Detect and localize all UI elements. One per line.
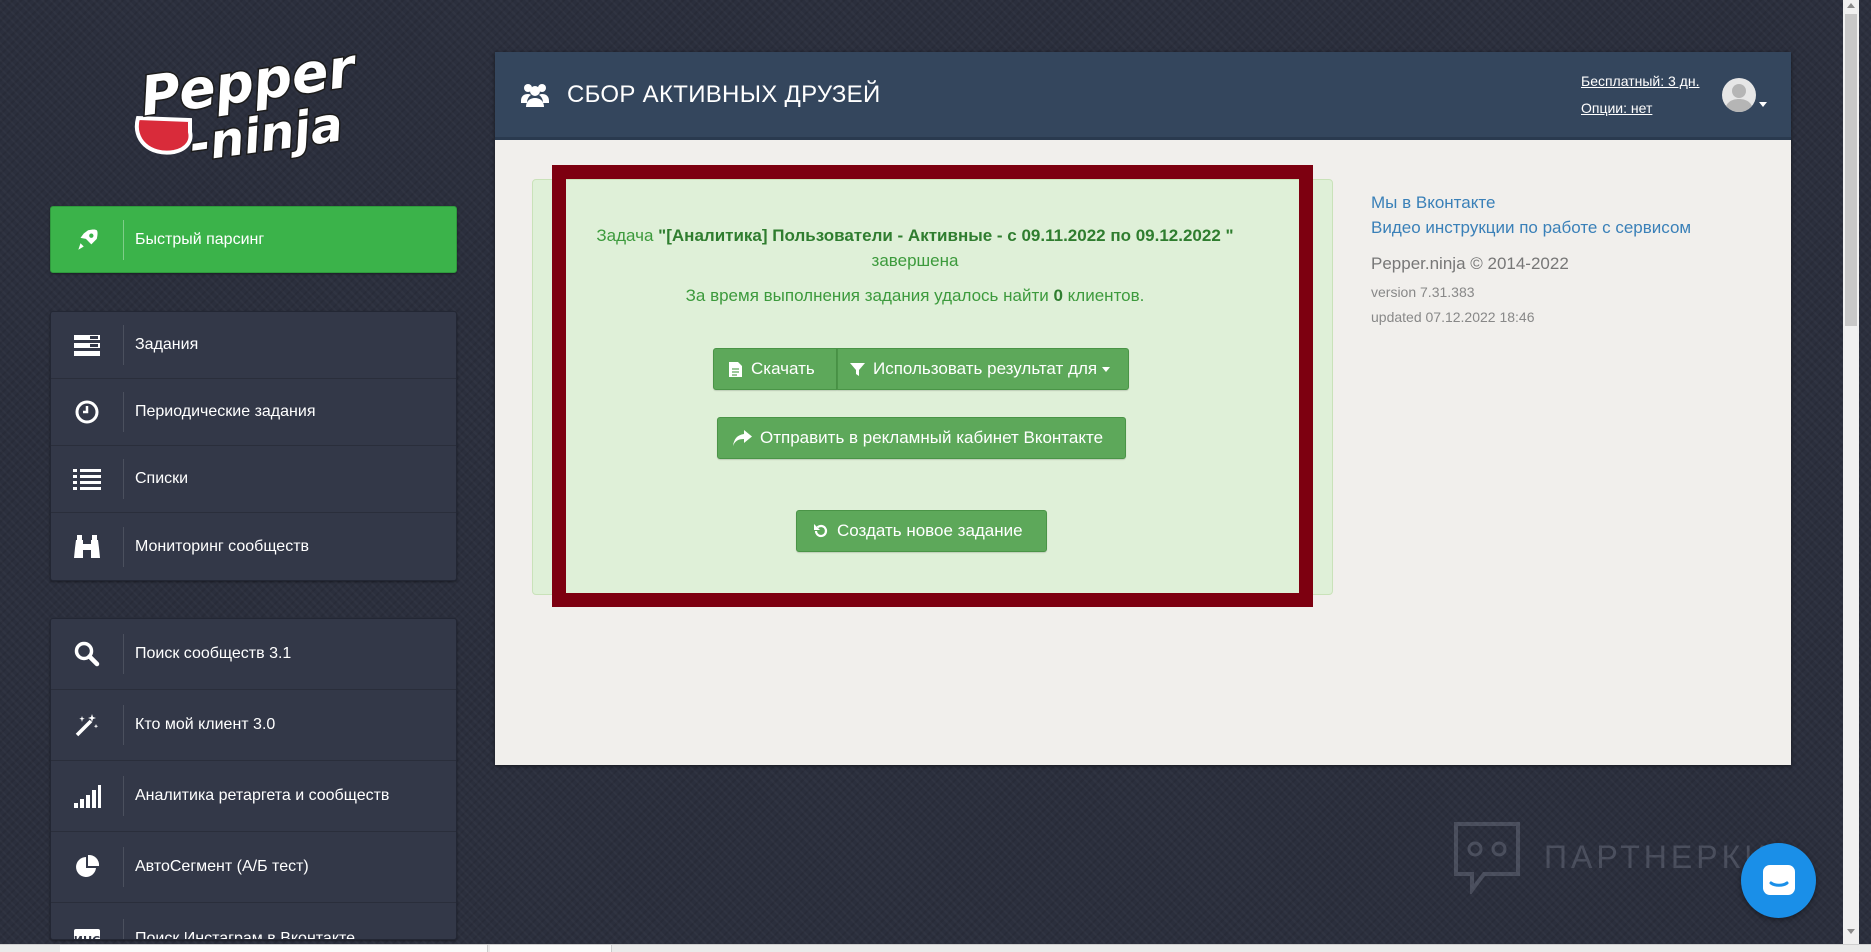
share-arrow-icon (733, 430, 752, 446)
task-status-text: Задача "[Аналитика] Пользователи - Актив… (545, 223, 1285, 273)
avatar-dropdown-icon[interactable] (1759, 102, 1767, 107)
sidebar-main-menu: Задания Периодические задания Списки Мон… (50, 311, 457, 581)
users-icon (521, 83, 549, 107)
sidebar-item-community-search[interactable]: Поиск сообществ 3.1 (51, 619, 456, 690)
scrollbar-thumb[interactable] (1845, 14, 1857, 326)
sidebar-item-retarget-analytics[interactable]: Аналитика ретаргета и сообществ (51, 761, 456, 832)
taskbar-tab[interactable] (60, 945, 488, 952)
task-name: "[Аналитика] Пользователи - Активные - с… (658, 226, 1234, 245)
sidebar-item-autosegment[interactable]: АвтоСегмент (А/Б тест) (51, 832, 456, 903)
sidebar-tools-menu: Поиск сообществ 3.1 Кто мой клиент 3.0 А… (50, 618, 457, 940)
sidebar-item-community-monitoring[interactable]: Мониторинг сообществ (51, 513, 456, 580)
download-button[interactable]: Скачать (713, 348, 837, 390)
task-prefix: Задача (596, 226, 659, 245)
video-instructions-link[interactable]: Видео инструкции по работе с сервисом (1371, 215, 1691, 240)
binoculars-icon (51, 513, 123, 580)
sidebar-item-label: Периодические задания (135, 403, 316, 420)
use-result-dropdown[interactable]: Использовать результат для (837, 348, 1129, 390)
taskbar-tab[interactable] (490, 945, 612, 952)
found-prefix: За время выполнения задания удалось найт… (685, 286, 1054, 305)
pepper-ninja-logo: Pepper -ninja (134, 48, 363, 160)
plan-link[interactable]: Бесплатный: 3 дн. (1581, 68, 1699, 95)
filter-icon (850, 362, 865, 376)
quick-parsing-button[interactable]: Быстрый парсинг (50, 206, 457, 273)
clock-icon (51, 379, 123, 445)
sidebar-item-label: Мониторинг сообществ (135, 537, 310, 555)
sidebar-item-lists[interactable]: Списки (51, 446, 456, 513)
avatar[interactable] (1722, 78, 1756, 112)
account-meta: Бесплатный: 3 дн. Опции: нет (1581, 68, 1699, 122)
sidebar-item-label: Аналитика ретаргета и сообществ (135, 787, 390, 804)
download-label: Скачать (751, 359, 815, 378)
sidebar-item-who-is-my-client[interactable]: Кто мой клиент 3.0 (51, 690, 456, 761)
search-icon (51, 619, 123, 689)
rocket-icon (51, 207, 123, 272)
sidebar-item-label: АвтоСегмент (А/Б тест) (135, 858, 309, 875)
tasks-icon (51, 312, 123, 378)
version-text: version 7.31.383 updated 07.12.2022 18:4… (1371, 280, 1691, 330)
chat-icon (1762, 864, 1795, 895)
sidebar-item-label: Поиск сообществ 3.1 (135, 645, 292, 662)
scroll-up-arrow-icon[interactable] (1847, 3, 1855, 8)
sidebar-item-label: Списки (135, 470, 189, 487)
pie-chart-icon (51, 832, 123, 902)
panel-header: СБОР АКТИВНЫХ ДРУЗЕЙ Бесплатный: 3 дн. О… (495, 52, 1791, 140)
page-title: СБОР АКТИВНЫХ ДРУЗЕЙ (567, 80, 881, 108)
chevron-down-icon (1102, 366, 1111, 372)
found-count: 0 (1053, 286, 1063, 305)
os-taskbar (0, 944, 1871, 952)
sidebar-item-label: Кто мой клиент 3.0 (135, 716, 276, 733)
service-info: Мы в Вконтакте Видео инструкции по работ… (1371, 190, 1691, 330)
task-status: завершена (871, 251, 959, 270)
found-suffix: клиентов. (1062, 286, 1145, 305)
undo-icon (814, 524, 828, 538)
create-new-task-button[interactable]: Создать новое задание (796, 510, 1047, 552)
instagram-vk-icon: ИНС (51, 903, 123, 941)
svg-text:ИНС: ИНС (74, 934, 101, 941)
main-panel: СБОР АКТИВНЫХ ДРУЗЕЙ Бесплатный: 3 дн. О… (495, 52, 1791, 765)
quick-parsing-label: Быстрый парсинг (135, 230, 265, 248)
chat-bubble-icon (1454, 822, 1520, 894)
sidebar-item-label: Задания (135, 336, 199, 353)
download-button-group: Скачать Использовать результат для (713, 348, 1129, 390)
page-scrollbar[interactable] (1843, 0, 1859, 944)
chat-widget-button[interactable] (1741, 843, 1816, 918)
sidebar-item-label: Поиск Инстаграм в Вконтакте (135, 929, 356, 940)
options-link[interactable]: Опции: нет (1581, 95, 1699, 122)
use-result-label: Использовать результат для (873, 359, 1098, 378)
send-to-vk-ads-button[interactable]: Отправить в рекламный кабинет Вконтакте (717, 417, 1126, 459)
sidebar-item-instagram-search[interactable]: ИНС Поиск Инстаграм в Вконтакте (51, 903, 456, 941)
new-task-label: Создать новое задание (837, 521, 1023, 540)
scroll-down-arrow-icon[interactable] (1847, 929, 1855, 934)
sidebar-item-tasks[interactable]: Задания (51, 312, 456, 379)
file-icon (729, 361, 742, 377)
vk-community-link[interactable]: Мы в Вконтакте (1371, 190, 1691, 215)
version-number: version 7.31.383 (1371, 284, 1475, 300)
signal-bars-icon (51, 761, 123, 831)
found-clients-text: За время выполнения задания удалось найт… (545, 286, 1285, 306)
magic-wand-icon (51, 690, 123, 760)
copyright-text: Pepper.ninja © 2014-2022 (1371, 254, 1569, 273)
sidebar-item-periodic-tasks[interactable]: Периодические задания (51, 379, 456, 446)
updated-date: updated 07.12.2022 18:46 (1371, 309, 1535, 325)
list-icon (51, 446, 123, 512)
send-label: Отправить в рекламный кабинет Вконтакте (760, 428, 1104, 447)
